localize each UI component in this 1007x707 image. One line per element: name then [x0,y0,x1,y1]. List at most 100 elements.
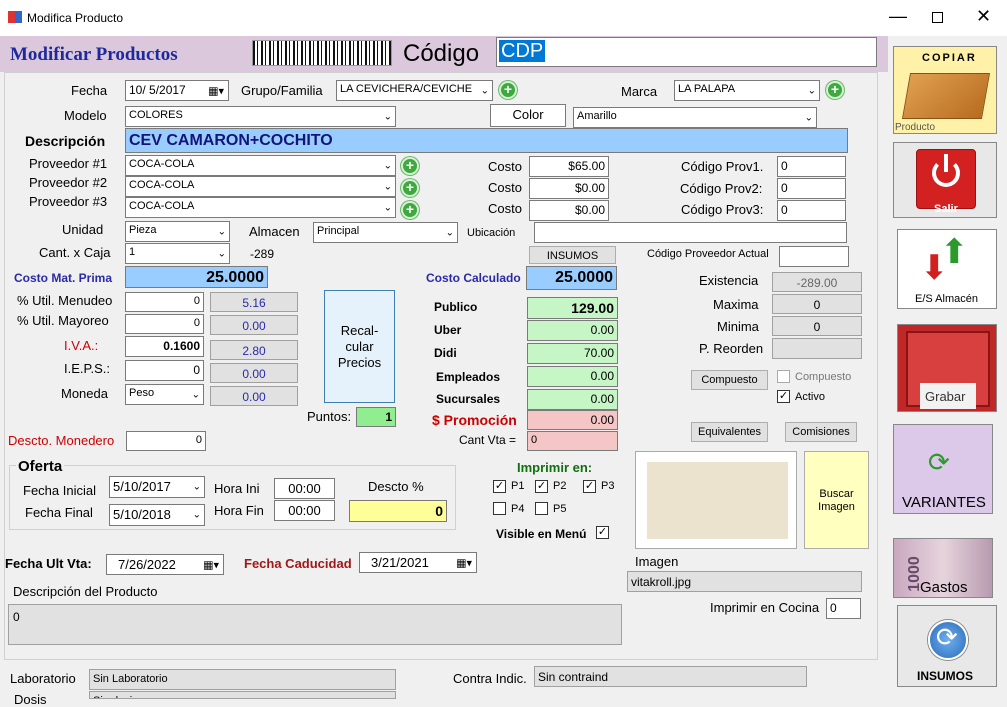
descripcion-label: Descripción [25,133,106,149]
promocion-input[interactable]: 0.00 [527,410,618,430]
laboratorio-label: Laboratorio [10,671,76,686]
minimize-icon[interactable]: — [889,6,907,27]
chevron-down-icon: ⌄ [192,481,201,493]
prov1-value: COCA-COLA [129,158,195,170]
prov2-select[interactable]: COCA-COLA ⌄ [125,176,396,197]
dosis-value[interactable]: Sin dosis [89,691,396,699]
chevron-down-icon: ⌄ [383,202,392,213]
insumos-button[interactable]: INSUMOS [529,246,616,264]
costo2-input[interactable]: $0.00 [529,178,609,199]
utilmen-input[interactable]: 0 [125,292,204,312]
minima-label: Minima [717,319,759,334]
insumos-side-button[interactable]: ⟳ INSUMOS [897,605,997,687]
visible-checkbox[interactable]: ✓ [596,526,609,539]
almacen-select[interactable]: Principal ⌄ [313,222,458,243]
cantvta-input[interactable]: 0 [527,431,618,451]
variantes-button[interactable]: ⟳ VARIANTES [893,424,993,514]
equivalentes-label: Equivalentes [698,426,761,438]
cocina-input[interactable]: 0 [826,598,861,619]
p2-checkbox[interactable]: ✓ [535,480,548,493]
p5-checkbox[interactable] [535,502,548,515]
costomat-input[interactable]: 25.0000 [125,266,268,288]
grupo-select[interactable]: LA CEVICHERA/CEVICHE ⌄ [336,80,493,101]
add-grupo-icon[interactable]: + [499,81,517,99]
calendar-icon[interactable]: ▦▾ [203,558,219,571]
calendar-icon[interactable]: ▦▾ [208,84,224,97]
maximize-icon[interactable] [932,12,943,23]
add-prov3-icon[interactable]: + [401,201,419,219]
recalcular-button[interactable]: Recal- cular Precios [324,290,395,403]
salir-button[interactable]: Salir [893,142,997,218]
add-marca-icon[interactable]: + [826,81,844,99]
comisiones-button[interactable]: Comisiones [785,422,857,442]
compuesto-checkbox[interactable] [777,370,790,383]
copiar-button[interactable]: COPIAR Producto [893,46,997,134]
codigo-input[interactable]: CDP [496,37,877,67]
codprovactual-input[interactable] [779,246,849,267]
promocion-label: $ Promoción [432,412,517,428]
ubicacion-input[interactable] [534,222,847,243]
p3-checkbox[interactable]: ✓ [583,480,596,493]
cantcaja-label: Cant. x Caja [39,245,111,260]
caducidad-picker[interactable]: 3/21/2021 ▦▾ [359,552,477,573]
costomat-value: 25.0000 [206,269,264,286]
es-almacen-button[interactable]: ⬆ ⬇ E/S Almacén [897,229,997,309]
color-select[interactable]: Amarillo ⌄ [573,107,817,128]
didi-input[interactable]: 70.00 [527,343,618,364]
prov3-select[interactable]: COCA-COLA ⌄ [125,197,396,218]
iva-input[interactable]: 0.1600 [125,336,204,357]
uber-input[interactable]: 0.00 [527,320,618,341]
unidad-select[interactable]: Pieza ⌄ [125,221,230,242]
empleados-input[interactable]: 0.00 [527,366,618,387]
p4-checkbox[interactable] [493,502,506,515]
close-icon[interactable]: ✕ [976,6,991,27]
codprov2-input[interactable]: 0 [777,178,846,199]
descto-input[interactable]: 0 [349,500,447,522]
utilmay-value: 0 [193,317,200,329]
contra-value[interactable]: Sin contraind [534,666,807,687]
power-line-icon [944,154,948,172]
equivalentes-button[interactable]: Equivalentes [691,422,768,442]
add-prov2-icon[interactable]: + [401,179,419,197]
puntos-input[interactable]: 1 [356,407,396,427]
fechaini-select[interactable]: 5/10/2017 ⌄ [109,476,205,498]
iva-value: 0.1600 [163,339,200,353]
utilmay-input[interactable]: 0 [125,314,204,334]
gastos-button[interactable]: 1000 Gastos [893,538,993,598]
fechafin-select[interactable]: 5/10/2018 ⌄ [109,504,205,526]
horafin-input[interactable]: 00:00 [274,500,335,521]
p1-checkbox[interactable]: ✓ [493,480,506,493]
compuesto-button-label: Compuesto [701,374,758,386]
add-prov1-icon[interactable]: + [401,157,419,175]
activo-checkbox[interactable]: ✓ [777,390,790,403]
codprov3-input[interactable]: 0 [777,200,846,221]
uber-label: Uber [434,323,462,337]
sucursales-input[interactable]: 0.00 [527,389,618,410]
grupo-value: LA CEVICHERA/CEVICHE [340,83,473,95]
descripcion-input[interactable]: CEV CAMARON+COCHITO [125,128,848,153]
horaini-input[interactable]: 00:00 [274,478,335,499]
desc-prod-input[interactable]: 0 [8,604,622,645]
moneda-select[interactable]: Peso ⌄ [125,384,204,405]
laboratorio-value[interactable]: Sin Laboratorio [89,669,396,690]
buscar-imagen-button[interactable]: Buscar Imagen [804,451,869,549]
marca-select[interactable]: LA PALAPA ⌄ [674,80,820,101]
calendar-icon[interactable]: ▦▾ [456,556,472,569]
grabar-button[interactable]: Grabar [897,324,997,412]
prov1-label: Proveedor #1 [29,156,108,171]
costo3-input[interactable]: $0.00 [529,200,609,221]
compuesto-button[interactable]: Compuesto [691,370,768,390]
fechault-label: Fecha Ult Vta: [5,556,92,571]
fecha-picker[interactable]: 10/ 5/2017 ▦▾ [125,80,229,101]
monedero-input[interactable]: 0 [126,431,206,451]
ieps-input[interactable]: 0 [125,360,204,381]
codprov1-input[interactable]: 0 [777,156,846,177]
cantcaja-select[interactable]: 1 ⌄ [125,243,230,264]
codprov1-label: Código Prov1. [681,159,764,174]
publico-input[interactable]: 129.00 [527,297,618,319]
preorden-value [772,338,862,359]
fechault-picker[interactable]: 7/26/2022 ▦▾ [106,554,224,575]
modelo-select[interactable]: COLORES ⌄ [125,106,396,127]
costo1-input[interactable]: $65.00 [529,156,609,177]
prov1-select[interactable]: COCA-COLA ⌄ [125,155,396,176]
